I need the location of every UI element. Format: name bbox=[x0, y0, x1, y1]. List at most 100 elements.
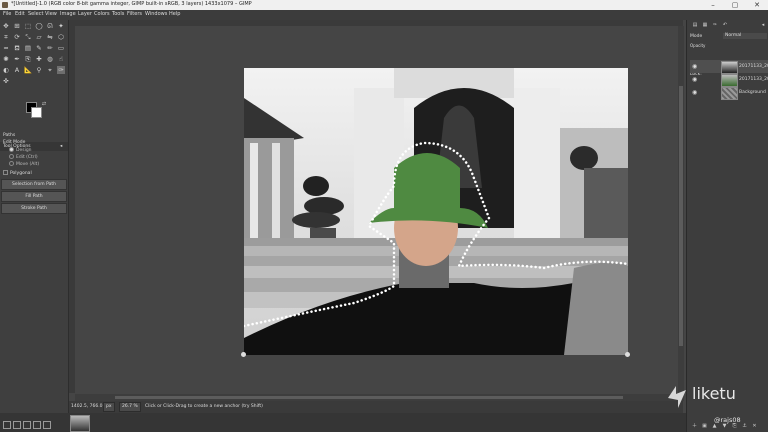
mode-edit-radio[interactable]: Edit (Ctrl) bbox=[9, 154, 38, 160]
fuzzy-select-icon[interactable]: ✦ bbox=[57, 22, 65, 30]
layer-thumbnail bbox=[721, 87, 738, 100]
paths-tool-icon[interactable]: ✑ bbox=[57, 66, 65, 74]
configure-icon[interactable] bbox=[43, 421, 51, 429]
delete-icon[interactable] bbox=[23, 421, 31, 429]
close-button[interactable]: ✕ bbox=[746, 0, 768, 10]
menu-windows[interactable]: Windows bbox=[145, 11, 167, 17]
reset-icon[interactable] bbox=[33, 421, 41, 429]
fill-path-button[interactable]: Fill Path bbox=[1, 191, 67, 202]
vertical-scrollbar[interactable] bbox=[678, 26, 684, 401]
menu-layer[interactable]: Layer bbox=[78, 11, 92, 17]
clone-tool-icon[interactable]: ⎘ bbox=[24, 55, 32, 63]
vertical-ruler bbox=[69, 26, 75, 393]
menu-tools[interactable]: Tools bbox=[112, 11, 124, 17]
menu-image[interactable]: Image bbox=[60, 11, 76, 17]
paths-tab-icon[interactable]: ✑ bbox=[711, 22, 719, 29]
watermark-user: @rajs08 bbox=[714, 416, 741, 424]
menu-filters[interactable]: Filters bbox=[127, 11, 142, 17]
dock-menu-icon[interactable]: ◂ bbox=[759, 22, 767, 29]
cage-tool-icon[interactable]: ⬡ bbox=[57, 33, 65, 41]
ink-tool-icon[interactable]: ✒ bbox=[13, 55, 21, 63]
menu-bar: File Edit Select View Image Layer Colors… bbox=[0, 10, 768, 20]
layer-row[interactable]: ◉ 20171133_204222 bbox=[690, 60, 768, 74]
measure-tool-icon[interactable]: 📐 bbox=[24, 66, 32, 74]
edit-mode-label: Edit Mode bbox=[3, 140, 26, 145]
horizontal-scrollbar[interactable] bbox=[75, 394, 678, 401]
menu-view[interactable]: View bbox=[45, 11, 57, 17]
canvas-corner-handle[interactable] bbox=[625, 352, 630, 357]
mode-move-radio[interactable]: Move (Alt) bbox=[9, 161, 39, 167]
minimize-button[interactable]: – bbox=[702, 0, 724, 10]
status-message: Click or Click-Drag to create a new anch… bbox=[145, 404, 263, 409]
dodge-tool-icon[interactable]: ◐ bbox=[2, 66, 10, 74]
layers-tab-icon[interactable]: ▤ bbox=[691, 22, 699, 29]
background-color[interactable] bbox=[31, 107, 42, 118]
unit-dropdown[interactable]: px bbox=[103, 402, 115, 412]
smudge-tool-icon[interactable]: ☝ bbox=[57, 55, 65, 63]
horizontal-scroll-thumb[interactable] bbox=[115, 396, 623, 399]
pointer-coords: 1402.5, 766.0 bbox=[71, 404, 103, 409]
vertical-scroll-thumb[interactable] bbox=[679, 86, 683, 346]
paint-bucket-icon[interactable]: ⛾ bbox=[13, 44, 21, 52]
move-tool-icon[interactable]: ✥ bbox=[2, 22, 10, 30]
zoom-dropdown[interactable]: 26.7 % bbox=[119, 402, 141, 412]
mode-label: Mode bbox=[690, 34, 703, 39]
restore-icon[interactable] bbox=[13, 421, 21, 429]
paintbrush-tool-icon[interactable]: ✏ bbox=[46, 44, 54, 52]
gradient-tool-icon[interactable]: ▤ bbox=[24, 44, 32, 52]
tab-menu-icon[interactable]: ◂ bbox=[60, 144, 62, 149]
airbrush-tool-icon[interactable]: ✺ bbox=[2, 55, 10, 63]
flip-tool-icon[interactable]: ⇋ bbox=[46, 33, 54, 41]
rotate-tool-icon[interactable]: ⟳ bbox=[13, 33, 21, 41]
image-bar bbox=[0, 413, 768, 432]
eraser-tool-icon[interactable]: ▭ bbox=[57, 44, 65, 52]
layer-row[interactable]: ◉ 20171133_204222 bbox=[690, 73, 768, 87]
color-picker-icon[interactable]: ⌖ bbox=[46, 66, 54, 74]
rect-select-icon[interactable]: ⬚ bbox=[24, 22, 32, 30]
undo-tab-icon[interactable]: ↶ bbox=[721, 22, 729, 29]
horizontal-ruler bbox=[69, 20, 683, 26]
handle-transform-icon[interactable]: ✜ bbox=[2, 77, 10, 85]
layer-name[interactable]: Background bbox=[739, 90, 766, 95]
menu-file[interactable]: File bbox=[3, 11, 11, 17]
mode-design-radio[interactable]: Design bbox=[9, 147, 32, 153]
heal-tool-icon[interactable]: ✚ bbox=[35, 55, 43, 63]
polygonal-checkbox[interactable]: Polygonal bbox=[3, 170, 32, 176]
zoom-tool-icon[interactable]: ⚲ bbox=[35, 66, 43, 74]
blur-tool-icon[interactable]: ◍ bbox=[46, 55, 54, 63]
stroke-path-button[interactable]: Stroke Path bbox=[1, 203, 67, 214]
menu-help[interactable]: Help bbox=[169, 11, 180, 17]
menu-select[interactable]: Select bbox=[28, 11, 43, 17]
crop-tool-icon[interactable]: ⌗ bbox=[2, 33, 10, 41]
opacity-label: Opacity bbox=[690, 43, 706, 48]
image-thumbnail[interactable] bbox=[70, 415, 90, 432]
free-select-icon[interactable]: ᘏ bbox=[46, 22, 54, 30]
channels-tab-icon[interactable]: ▦ bbox=[701, 22, 709, 29]
maximize-button[interactable]: ▢ bbox=[724, 0, 746, 10]
text-tool-icon[interactable]: A bbox=[13, 66, 21, 74]
save-icon[interactable] bbox=[3, 421, 11, 429]
canvas-corner-handle[interactable] bbox=[241, 352, 246, 357]
layer-name[interactable]: 20171133_204222 bbox=[739, 77, 768, 82]
selection-from-path-button[interactable]: Selection from Path bbox=[1, 179, 67, 190]
image-canvas[interactable] bbox=[244, 68, 628, 355]
scale-tool-icon[interactable]: ⤡ bbox=[24, 33, 32, 41]
photo bbox=[244, 68, 628, 355]
eye-icon[interactable]: ◉ bbox=[692, 63, 697, 70]
swap-colors-icon[interactable]: ⇄ bbox=[40, 100, 48, 108]
title-bar: *[Untitled]-1.0 (RGB color 8-bit gamma i… bbox=[0, 0, 768, 10]
pencil-tool-icon[interactable]: ✎ bbox=[35, 44, 43, 52]
align-tool-icon[interactable]: ⊞ bbox=[13, 22, 21, 30]
menu-colors[interactable]: Colors bbox=[94, 11, 110, 17]
layer-mode-select[interactable]: Normal bbox=[723, 33, 767, 39]
toolbox: ✥ ⊞ ⬚ ◯ ᘏ ✦ ⌗ ⟳ ⤡ ▱ ⇋ ⬡ ≈ ⛾ ▤ ✎ ✏ ▭ ✺ ✒ … bbox=[0, 20, 69, 432]
shear-tool-icon[interactable]: ▱ bbox=[35, 33, 43, 41]
menu-edit[interactable]: Edit bbox=[15, 11, 25, 17]
ellipse-select-icon[interactable]: ◯ bbox=[35, 22, 43, 30]
layer-row[interactable]: ◉ Background bbox=[690, 86, 768, 100]
layer-name[interactable]: 20171133_204222 bbox=[739, 64, 768, 69]
eye-icon[interactable]: ◉ bbox=[692, 76, 697, 83]
warp-tool-icon[interactable]: ≈ bbox=[2, 44, 10, 52]
tool-options-heading: Paths bbox=[3, 133, 16, 138]
eye-icon[interactable]: ◉ bbox=[692, 89, 697, 96]
